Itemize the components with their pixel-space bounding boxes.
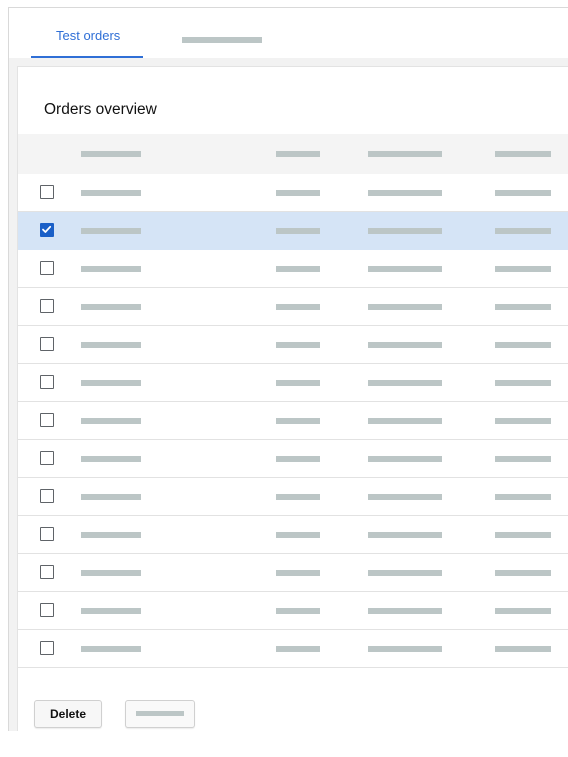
cell-placeholder-col-3	[368, 228, 442, 234]
cell-placeholder-col-2	[276, 304, 320, 310]
cell-placeholder-col-2	[276, 342, 320, 348]
table-row[interactable]	[18, 250, 568, 288]
cell-placeholder-col-4	[495, 304, 551, 310]
cell-placeholder-col-3	[368, 190, 442, 196]
cell-placeholder-col-2	[276, 494, 320, 500]
table-row[interactable]	[18, 516, 568, 554]
tab-second[interactable]	[174, 8, 274, 58]
cell-placeholder-col-1	[81, 342, 141, 348]
tab-second-label-placeholder	[182, 37, 262, 43]
cell-placeholder-col-1	[81, 304, 141, 310]
cell-placeholder-col-1	[81, 570, 141, 576]
cell-placeholder-col-4	[495, 266, 551, 272]
row-checkbox[interactable]	[40, 603, 54, 617]
row-checkbox[interactable]	[40, 527, 54, 541]
row-checkbox[interactable]	[40, 261, 54, 275]
tab-test-orders[interactable]: Test orders	[31, 8, 143, 58]
secondary-button[interactable]	[125, 700, 195, 728]
cell-placeholder-col-3	[368, 266, 442, 272]
column-header-2[interactable]	[276, 151, 320, 157]
cell-placeholder-col-2	[276, 190, 320, 196]
cell-placeholder-col-4	[495, 494, 551, 500]
table-row[interactable]	[18, 478, 568, 516]
row-checkbox[interactable]	[40, 413, 54, 427]
table-row[interactable]	[18, 630, 568, 668]
cell-placeholder-col-3	[368, 418, 442, 424]
cell-placeholder-col-2	[276, 228, 320, 234]
cell-placeholder-col-3	[368, 608, 442, 614]
table-row[interactable]	[18, 440, 568, 478]
cell-placeholder-col-3	[368, 532, 442, 538]
app-frame: Test orders Orders overview Delete	[8, 7, 568, 731]
cell-placeholder-col-2	[276, 608, 320, 614]
cell-placeholder-col-4	[495, 380, 551, 386]
cell-placeholder-col-4	[495, 532, 551, 538]
cell-placeholder-col-3	[368, 304, 442, 310]
delete-button[interactable]: Delete	[34, 700, 102, 728]
row-checkbox[interactable]	[40, 451, 54, 465]
cell-placeholder-col-2	[276, 456, 320, 462]
card-footer: Delete	[18, 687, 568, 757]
table-body	[18, 174, 568, 668]
cell-placeholder-col-3	[368, 456, 442, 462]
card-title: Orders overview	[44, 101, 157, 118]
cell-placeholder-col-2	[276, 532, 320, 538]
cell-placeholder-col-1	[81, 418, 141, 424]
tab-test-orders-label: Test orders	[56, 28, 121, 43]
cell-placeholder-col-1	[81, 266, 141, 272]
cell-placeholder-col-1	[81, 494, 141, 500]
table-row[interactable]	[18, 326, 568, 364]
table-row[interactable]	[18, 288, 568, 326]
cell-placeholder-col-4	[495, 228, 551, 234]
cell-placeholder-col-2	[276, 418, 320, 424]
table-row[interactable]	[18, 592, 568, 630]
row-checkbox[interactable]	[40, 641, 54, 655]
row-checkbox[interactable]	[40, 489, 54, 503]
row-checkbox[interactable]	[40, 337, 54, 351]
cell-placeholder-col-1	[81, 190, 141, 196]
cell-placeholder-col-4	[495, 646, 551, 652]
cell-placeholder-col-4	[495, 456, 551, 462]
row-checkbox[interactable]	[40, 299, 54, 313]
cell-placeholder-col-2	[276, 380, 320, 386]
tab-bar: Test orders	[9, 8, 568, 58]
cell-placeholder-col-1	[81, 532, 141, 538]
column-header-1[interactable]	[81, 151, 141, 157]
cell-placeholder-col-2	[276, 646, 320, 652]
row-checkbox[interactable]	[40, 185, 54, 199]
cell-placeholder-col-2	[276, 570, 320, 576]
cell-placeholder-col-1	[81, 646, 141, 652]
checkmark-icon	[42, 225, 52, 233]
table-row[interactable]	[18, 554, 568, 592]
table-row[interactable]	[18, 174, 568, 212]
cell-placeholder-col-3	[368, 494, 442, 500]
cell-placeholder-col-4	[495, 608, 551, 614]
secondary-button-label-placeholder	[136, 711, 184, 716]
column-header-3[interactable]	[368, 151, 442, 157]
table-row[interactable]	[18, 364, 568, 402]
cell-placeholder-col-4	[495, 342, 551, 348]
cell-placeholder-col-4	[495, 418, 551, 424]
row-checkbox[interactable]	[40, 223, 54, 237]
cell-placeholder-col-3	[368, 380, 442, 386]
cell-placeholder-col-1	[81, 228, 141, 234]
table-row[interactable]	[18, 402, 568, 440]
cell-placeholder-col-2	[276, 266, 320, 272]
row-checkbox[interactable]	[40, 565, 54, 579]
column-header-4[interactable]	[495, 151, 551, 157]
row-checkbox[interactable]	[40, 375, 54, 389]
cell-placeholder-col-3	[368, 646, 442, 652]
delete-button-label: Delete	[49, 707, 87, 721]
content-area: Orders overview Delete	[9, 58, 568, 731]
cell-placeholder-col-1	[81, 608, 141, 614]
orders-card: Orders overview Delete	[17, 66, 568, 731]
cell-placeholder-col-1	[81, 456, 141, 462]
table-row[interactable]	[18, 212, 568, 250]
cell-placeholder-col-4	[495, 190, 551, 196]
cell-placeholder-col-3	[368, 342, 442, 348]
cell-placeholder-col-3	[368, 570, 442, 576]
table-header	[18, 134, 568, 174]
cell-placeholder-col-1	[81, 380, 141, 386]
cell-placeholder-col-4	[495, 570, 551, 576]
